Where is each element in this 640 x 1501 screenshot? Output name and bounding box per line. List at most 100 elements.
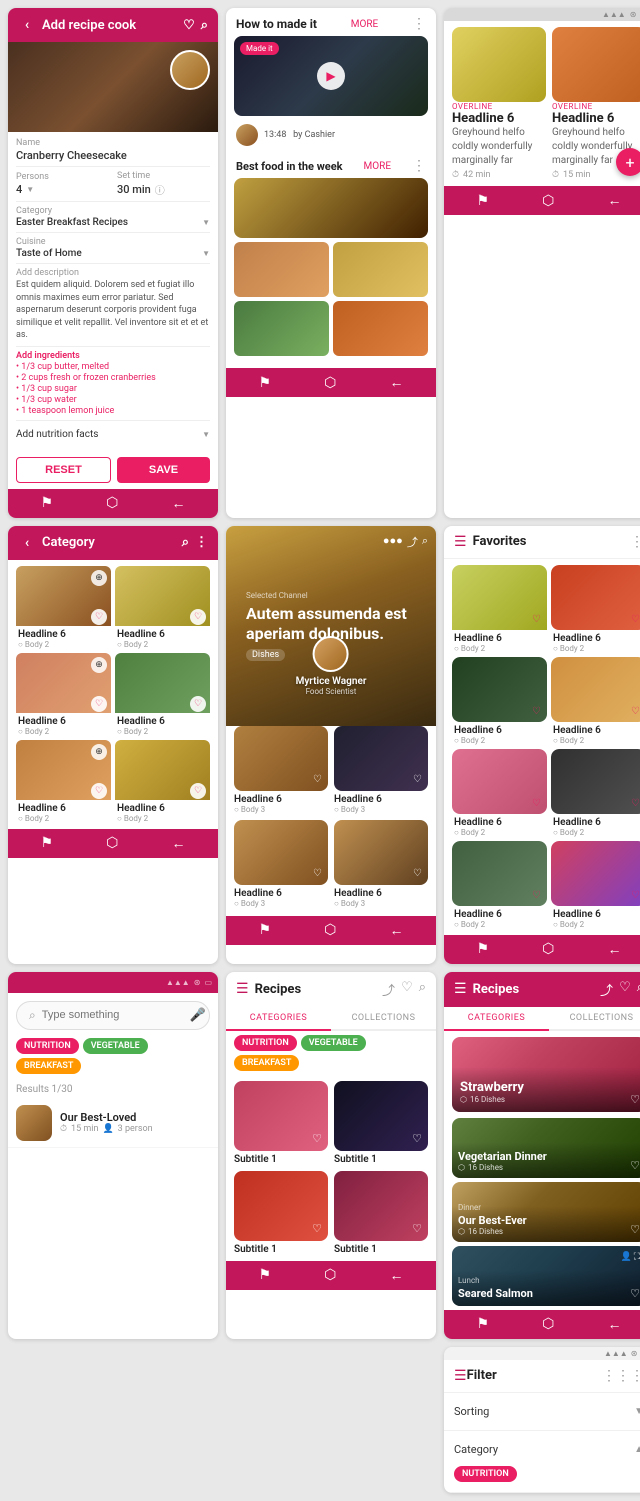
sub-heart-4[interactable]: ♡ <box>412 1222 422 1235</box>
share-icon-fav[interactable]: ⬡ <box>542 941 554 957</box>
favorites-menu[interactable]: ⋮ <box>630 534 640 550</box>
filter-menu[interactable]: ⋮⋮⋮ <box>602 1368 640 1384</box>
cat-item-5[interactable]: ⊕ ♡ Headline 6 ○ Body 2 <box>16 740 111 823</box>
fav-heart-5[interactable]: ♡ <box>532 798 541 809</box>
sub-item-2[interactable]: ♡ Subtitle 1 <box>334 1081 428 1165</box>
recipes-big-hamburger[interactable]: ☰ <box>454 981 467 997</box>
back-arrow-icon-3[interactable]: ← <box>607 192 621 209</box>
fav-item-7[interactable]: ♡ Headline 6 ○ Body 2 <box>452 841 547 929</box>
cat-heart-5[interactable]: ♡ <box>91 783 107 799</box>
fav-heart-6[interactable]: ♡ <box>631 798 640 809</box>
flag-icon-cat[interactable]: ⚑ <box>41 835 54 851</box>
share-icon[interactable]: ⬡ <box>106 495 118 511</box>
back-arrow-icon-rb[interactable]: ← <box>607 1316 621 1333</box>
mic-icon[interactable]: 🎤 <box>190 1008 206 1023</box>
nutrition-row[interactable]: Add nutrition facts ▼ <box>16 425 210 445</box>
cat-heart-6[interactable]: ♡ <box>190 783 206 799</box>
tab-collections[interactable]: COLLECTIONS <box>331 1007 436 1029</box>
back-arrow-icon-rl[interactable]: ← <box>389 1267 403 1284</box>
cat-heart-2[interactable]: ♡ <box>190 609 206 625</box>
reset-button[interactable]: RESET <box>16 457 111 483</box>
sub-item-1[interactable]: ♡ Subtitle 1 <box>234 1081 328 1165</box>
salmon-img[interactable]: Lunch Seared Salmon 👤 ⛶ ♡ <box>452 1246 640 1306</box>
cat-heart-1[interactable]: ♡ <box>91 609 107 625</box>
cat-item-3[interactable]: ⊕ ♡ Headline 6 ○ Body 2 <box>16 653 111 736</box>
sub-item-4[interactable]: ♡ Subtitle 1 <box>334 1171 428 1255</box>
search-input[interactable] <box>42 1009 184 1021</box>
video-thumbnail[interactable]: Made it ▶ <box>234 36 428 116</box>
chip-breakfast[interactable]: BREAKFAST <box>16 1058 81 1074</box>
back-icon[interactable]: ‹ <box>18 16 36 34</box>
flag-icon-3[interactable]: ⚑ <box>477 193 490 209</box>
search-result-1[interactable]: Our Best-Loved ⏱ 15 min 👤 3 person <box>8 1099 218 1148</box>
story-item-2[interactable]: ♡ Headline 6 ○ Body 3 <box>334 726 428 814</box>
category-dropdown-icon[interactable]: ▼ <box>202 218 210 227</box>
best-food-more[interactable]: MORE <box>364 161 391 172</box>
chip-vegetable[interactable]: VEGETABLE <box>83 1038 148 1054</box>
fav-item-8[interactable]: ♡ Headline 6 ○ Body 2 <box>551 841 640 929</box>
recipes-big-share[interactable]: ⤴ <box>600 980 613 999</box>
fav-item-4[interactable]: ♡ Headline 6 ○ Body 2 <box>551 657 640 745</box>
filter-chip-nutrition[interactable]: NUTRITION <box>454 1466 517 1482</box>
cat-item-4[interactable]: ♡ Headline 6 ○ Body 2 <box>115 653 210 736</box>
sub-heart-1[interactable]: ♡ <box>312 1132 322 1145</box>
flag-icon-rl[interactable]: ⚑ <box>259 1267 272 1283</box>
recipes-list-hamburger[interactable]: ☰ <box>236 981 249 997</box>
cat-heart-3[interactable]: ♡ <box>91 696 107 712</box>
back-arrow-icon-story[interactable]: ← <box>389 922 403 939</box>
flag-icon-rb[interactable]: ⚑ <box>477 1316 490 1332</box>
strawberry-img[interactable]: Strawberry ⬡ 16 Dishes ♡ <box>452 1037 640 1112</box>
story-item-4[interactable]: ♡ Headline 6 ○ Body 3 <box>334 820 428 908</box>
persons-dropdown-icon[interactable]: ▼ <box>26 185 34 194</box>
story-heart-4[interactable]: ♡ <box>413 868 422 879</box>
how-to-more[interactable]: MORE <box>351 19 378 30</box>
cat-item-2[interactable]: ♡ Headline 6 ○ Body 2 <box>115 566 210 649</box>
best-food-menu[interactable]: ⋮ <box>412 158 426 174</box>
story-item-1[interactable]: ♡ Headline 6 ○ Body 3 <box>234 726 328 814</box>
fav-heart-4[interactable]: ♡ <box>631 706 640 717</box>
share-icon-story[interactable]: ⬡ <box>324 922 336 938</box>
story-heart-1[interactable]: ♡ <box>313 774 322 785</box>
sub-heart-3[interactable]: ♡ <box>312 1222 322 1235</box>
search-bar[interactable]: ⌕ 🎤 <box>16 1001 210 1030</box>
fav-item-5[interactable]: ♡ Headline 6 ○ Body 2 <box>452 749 547 837</box>
flag-icon-2[interactable]: ⚑ <box>259 375 272 391</box>
fab-plus[interactable]: + <box>616 148 640 176</box>
chip-nutrition-2[interactable]: NUTRITION <box>234 1035 297 1051</box>
story-heart-3[interactable]: ♡ <box>313 868 322 879</box>
tab-categories[interactable]: CATEGORIES <box>226 1007 331 1031</box>
vegetarian-img[interactable]: Vegetarian Dinner ⬡ 16 Dishes ♡ <box>452 1118 640 1178</box>
fav-item-6[interactable]: ♡ Headline 6 ○ Body 2 <box>551 749 640 837</box>
strawberry-heart[interactable]: ♡ <box>630 1093 640 1106</box>
back-arrow-icon-fav[interactable]: ← <box>607 941 621 958</box>
fav-heart-1[interactable]: ♡ <box>532 614 541 625</box>
sub-item-3[interactable]: ♡ Subtitle 1 <box>234 1171 328 1255</box>
share-icon-cat[interactable]: ⬡ <box>106 835 118 851</box>
fav-heart-2[interactable]: ♡ <box>631 614 640 625</box>
back-arrow-icon-cat[interactable]: ← <box>171 835 185 852</box>
share-icon-rb[interactable]: ⬡ <box>542 1316 554 1332</box>
vegetarian-heart[interactable]: ♡ <box>630 1159 640 1172</box>
play-button[interactable]: ▶ <box>317 62 345 90</box>
share-icon-2[interactable]: ⬡ <box>324 375 336 391</box>
chip-nutrition[interactable]: NUTRITION <box>16 1038 79 1054</box>
fav-item-1[interactable]: ♡ Headline 6 ○ Body 2 <box>452 565 547 653</box>
fav-heart-3[interactable]: ♡ <box>532 706 541 717</box>
chip-vegetable-2[interactable]: VEGETABLE <box>301 1035 366 1051</box>
recipes-big-heart[interactable]: ♡ <box>619 980 631 999</box>
recipes-list-heart[interactable]: ♡ <box>401 980 413 999</box>
share-icon-rl[interactable]: ⬡ <box>324 1267 336 1283</box>
category-row[interactable]: Category ▲ <box>454 1437 640 1462</box>
sub-heart-2[interactable]: ♡ <box>412 1132 422 1145</box>
tab-categories-big[interactable]: CATEGORIES <box>444 1007 549 1031</box>
category-search-icon[interactable]: ⌕ <box>182 535 189 550</box>
salmon-heart[interactable]: ♡ <box>630 1287 640 1300</box>
filter-hamburger[interactable]: ☰ <box>454 1368 467 1384</box>
category-back-icon[interactable]: ‹ <box>18 534 36 552</box>
flag-icon-fav[interactable]: ⚑ <box>477 941 490 957</box>
sorting-row[interactable]: Sorting ▼ <box>454 1399 640 1424</box>
back-arrow-icon[interactable]: ← <box>171 495 185 512</box>
fav-heart-8[interactable]: ♡ <box>631 890 640 901</box>
ingredients-label[interactable]: Add ingredients <box>16 351 210 361</box>
recipes-list-search[interactable]: ⌕ <box>419 980 426 999</box>
